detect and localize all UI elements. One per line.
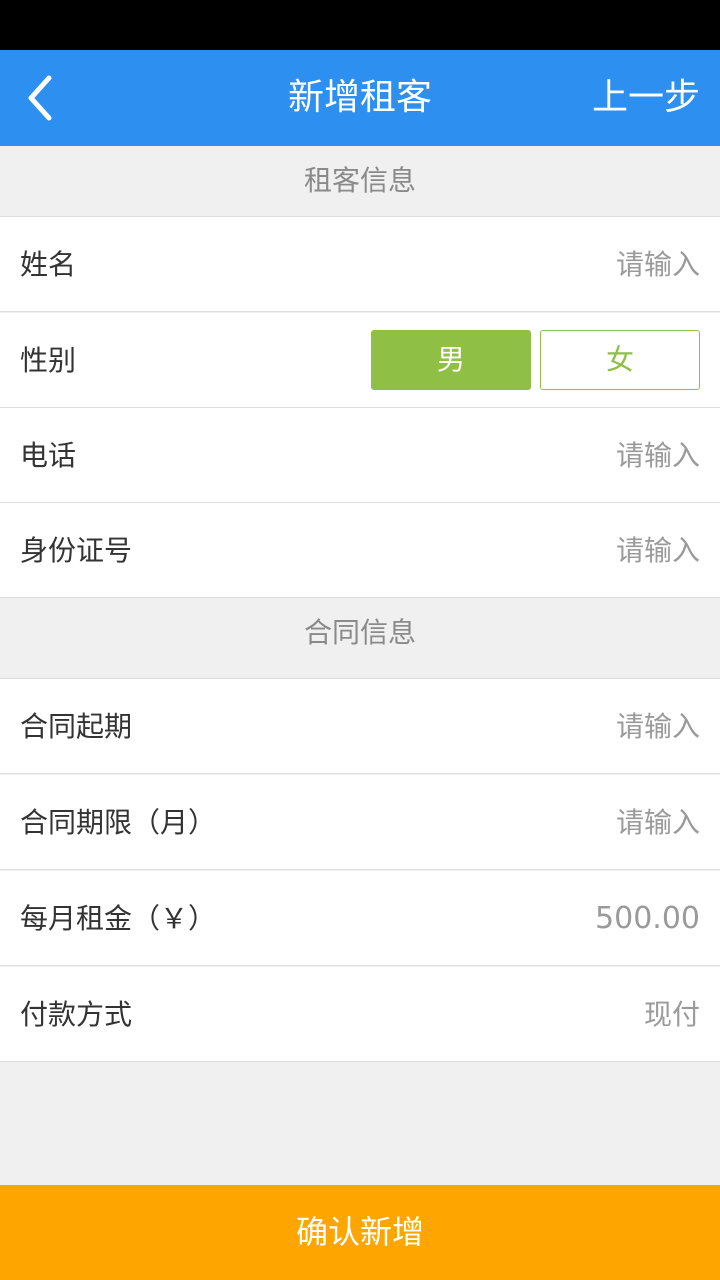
start-date-row[interactable]: 合同起期 请输入 [0, 679, 720, 774]
gender-female-button[interactable]: 女 [540, 330, 700, 390]
name-label: 姓名 [20, 248, 77, 281]
section-header-contract: 合同信息 [0, 599, 720, 678]
confirm-add-button[interactable]: 确认新增 [0, 1185, 720, 1280]
payment-method-select[interactable]: 现付 [644, 967, 700, 1062]
id-number-input[interactable]: 请输入 [616, 503, 700, 598]
gender-label: 性别 [20, 344, 77, 377]
phone-row[interactable]: 电话 请输入 [0, 408, 720, 503]
phone-label: 电话 [20, 439, 77, 472]
name-row[interactable]: 姓名 请输入 [0, 217, 720, 312]
start-date-input[interactable]: 请输入 [616, 679, 700, 774]
monthly-rent-row[interactable]: 每月租金（￥） 500.00 [0, 871, 720, 966]
payment-method-label: 付款方式 [20, 998, 133, 1031]
name-input[interactable]: 请输入 [616, 217, 700, 312]
status-bar [0, 0, 720, 50]
id-number-row[interactable]: 身份证号 请输入 [0, 503, 720, 598]
gender-male-button[interactable]: 男 [371, 330, 531, 390]
back-button[interactable] [0, 50, 80, 146]
monthly-rent-label: 每月租金（￥） [20, 902, 217, 935]
gender-row: 性别 男 女 [0, 313, 720, 408]
payment-method-row[interactable]: 付款方式 现付 [0, 967, 720, 1062]
prev-step-button[interactable]: 上一步 [592, 50, 700, 146]
id-number-label: 身份证号 [20, 534, 133, 567]
section-header-tenant: 租客信息 [0, 146, 720, 216]
monthly-rent-input[interactable]: 500.00 [595, 871, 700, 966]
term-input[interactable]: 请输入 [616, 775, 700, 870]
chevron-left-icon [28, 75, 52, 121]
start-date-label: 合同起期 [20, 710, 133, 743]
phone-input[interactable]: 请输入 [616, 408, 700, 503]
app-header: 新增租客 上一步 [0, 50, 720, 146]
term-row[interactable]: 合同期限（月） 请输入 [0, 775, 720, 870]
term-label: 合同期限（月） [20, 806, 217, 839]
